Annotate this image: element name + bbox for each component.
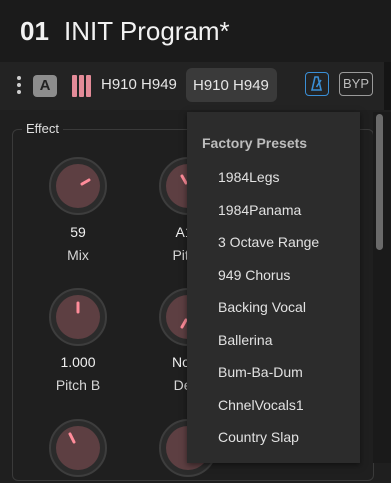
pitch-b-label: Pitch B (55, 377, 101, 393)
preset-selector-button[interactable]: H910 H949 (186, 68, 277, 102)
mix-value: 59 (70, 224, 86, 240)
slot-a-badge[interactable]: A (33, 75, 57, 97)
preset-item[interactable]: Backing Vocal (218, 299, 306, 315)
pitch-b-knob[interactable] (48, 287, 108, 347)
preset-selector-label: H910 H949 (193, 77, 269, 94)
preset-item[interactable]: Bum-Ba-Dum (218, 364, 303, 380)
preset-item[interactable]: 949 Chorus (218, 267, 290, 283)
mix-label: Mix (67, 247, 89, 263)
preset-item[interactable]: Country Slap (218, 429, 299, 445)
knob-row3-left[interactable] (48, 418, 108, 478)
toolbar: A H910 H949 H910 H949 BYP (0, 62, 391, 110)
preset-item[interactable]: Ballerina (218, 332, 272, 348)
preset-name-text: H910 H949 (101, 76, 177, 93)
keyboard-icon[interactable] (71, 75, 95, 97)
mix-knob[interactable] (48, 156, 108, 216)
factory-presets-dropdown: Factory Presets 1984Legs 1984Panama 3 Oc… (187, 112, 360, 463)
more-options-icon[interactable] (16, 76, 22, 98)
program-number: 01 (20, 16, 49, 46)
bypass-button[interactable]: BYP (339, 72, 373, 96)
preset-item[interactable]: ChnelVocals1 (218, 397, 304, 413)
program-header: 01 INIT Program* (0, 0, 391, 62)
preset-item[interactable]: 3 Octave Range (218, 234, 319, 250)
scrollbar-thumb[interactable] (376, 114, 383, 250)
preset-item[interactable]: 1984Panama (218, 202, 301, 218)
metronome-icon[interactable] (305, 72, 329, 96)
effect-section-label: Effect (22, 121, 64, 136)
program-name[interactable]: INIT Program* (64, 16, 230, 47)
preset-item[interactable]: 1984Legs (218, 169, 280, 185)
toolbar-edge (384, 62, 391, 110)
pitch-b-value: 1.000 (60, 354, 96, 370)
dropdown-title: Factory Presets (202, 135, 308, 151)
